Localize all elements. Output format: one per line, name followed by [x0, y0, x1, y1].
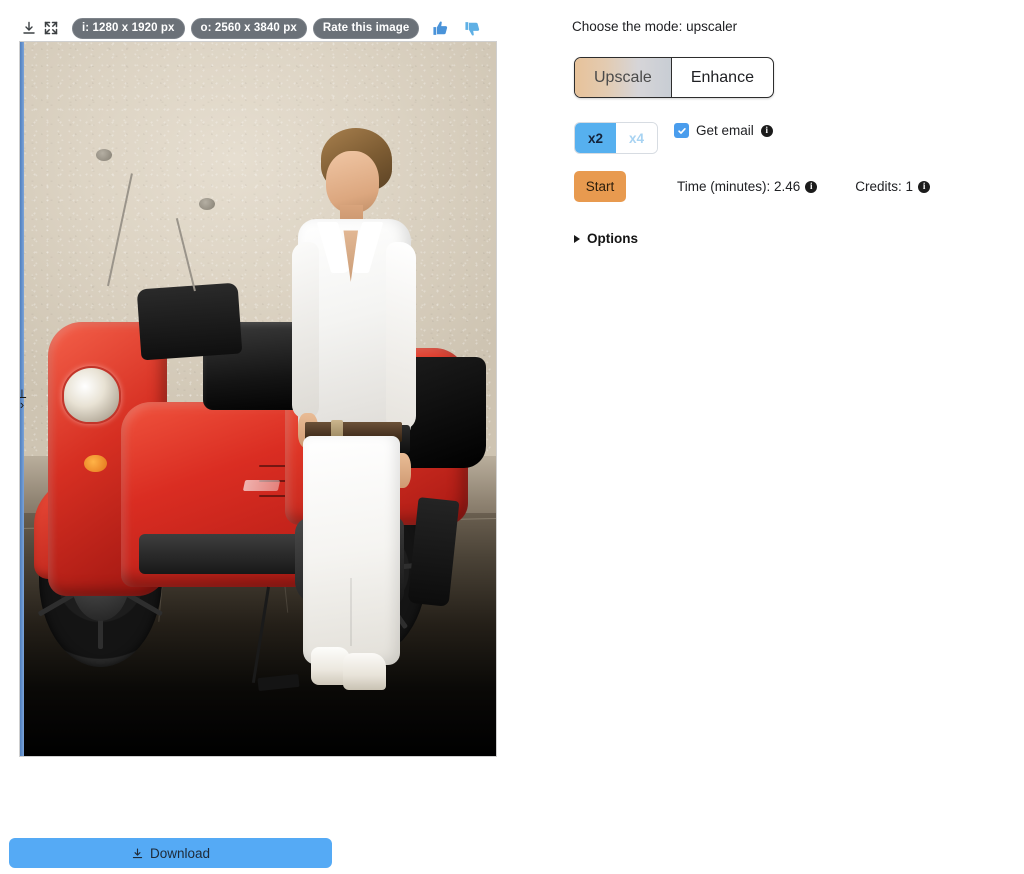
controls-panel: Choose the mode: upscaler Upscale Enhanc…	[568, 0, 1024, 874]
credits-cost: Credits: 1 i	[855, 179, 931, 194]
credits-info-icon[interactable]: i	[918, 180, 931, 193]
download-button[interactable]: Download	[9, 838, 332, 868]
right-shoe	[343, 653, 386, 691]
scale-x4-button[interactable]: x4	[616, 123, 658, 153]
credits-label: Credits: 1	[855, 179, 914, 194]
white-trousers	[303, 436, 401, 665]
download-icon[interactable]	[18, 17, 40, 39]
badge-output-size[interactable]: o: 2560 x 3840 px	[190, 17, 307, 39]
get-email-option: Get email i	[674, 123, 773, 138]
mode-heading: Choose the mode: upscaler	[572, 19, 738, 34]
download-button-label: Download	[149, 845, 211, 861]
image-toolbar: i: 1280 x 1920 px o: 2560 x 3840 px Rate…	[18, 17, 483, 39]
check-icon	[677, 127, 686, 134]
fullscreen-icon[interactable]	[40, 17, 62, 39]
get-email-info-icon[interactable]: i	[760, 124, 773, 137]
time-estimate-label: Time (minutes): 2.46	[677, 179, 801, 194]
compare-slider-handle[interactable]: ⟂›	[20, 382, 30, 416]
person	[272, 127, 434, 699]
left-sleeve	[291, 241, 320, 419]
image-preview-column: i: 1280 x 1920 px o: 2560 x 3840 px Rate…	[0, 0, 520, 874]
options-label: Options	[587, 231, 638, 246]
mode-upscale-button[interactable]: Upscale	[575, 58, 672, 97]
start-button[interactable]: Start	[574, 171, 626, 202]
get-email-checkbox[interactable]	[674, 123, 689, 138]
preview-photo: ⟂›	[20, 42, 496, 756]
thumbs-up-icon[interactable]	[429, 17, 451, 39]
handlebar	[136, 283, 243, 361]
scale-toggle-group: x2 x4	[574, 122, 659, 154]
time-estimate: Time (minutes): 2.46 i	[677, 179, 818, 194]
image-viewer[interactable]: ⟂›	[19, 41, 497, 757]
mirror-left	[95, 149, 112, 162]
scale-x2-button[interactable]: x2	[575, 123, 617, 153]
scale-row: x2 x4	[574, 122, 659, 154]
get-email-label: Get email	[696, 123, 754, 138]
badge-input-size[interactable]: i: 1280 x 1920 px	[72, 17, 185, 39]
mode-enhance-button[interactable]: Enhance	[672, 58, 773, 97]
options-disclosure[interactable]: Options	[574, 231, 638, 246]
thumbs-down-icon[interactable]	[461, 17, 483, 39]
chevron-right-icon	[574, 234, 580, 243]
start-row: Start Time (minutes): 2.46 i Credits: 1 …	[574, 171, 931, 202]
right-sleeve	[385, 241, 417, 431]
app-root: i: 1280 x 1920 px o: 2560 x 3840 px Rate…	[0, 0, 1024, 874]
time-info-icon[interactable]: i	[805, 180, 818, 193]
download-icon	[132, 847, 143, 858]
rate-this-image-button[interactable]: Rate this image	[312, 17, 420, 39]
headlight	[61, 366, 121, 424]
mirror-right	[198, 197, 215, 210]
mode-toggle-group: Upscale Enhance	[574, 57, 774, 98]
kickstand	[251, 587, 271, 684]
